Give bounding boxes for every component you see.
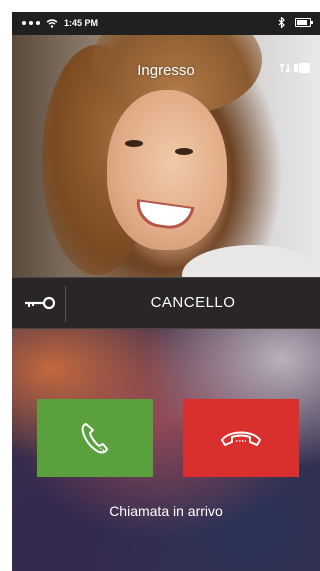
answer-button[interactable] bbox=[37, 399, 153, 477]
video-feed: Ingresso bbox=[12, 35, 320, 277]
intercom-screen: 1:45 PM Ingresso CANCELLO Chiamata in ar… bbox=[12, 12, 320, 571]
phone-icon bbox=[81, 423, 108, 454]
gate-label: CANCELLO bbox=[150, 294, 236, 311]
call-panel: Chiamata in arrivo bbox=[12, 329, 320, 571]
signal-dots-icon bbox=[22, 21, 40, 25]
status-left: 1:45 PM bbox=[22, 18, 98, 28]
camera-switch-icon[interactable] bbox=[279, 63, 310, 73]
camera-title: Ingresso bbox=[137, 62, 195, 79]
status-bar: 1:45 PM bbox=[12, 12, 320, 35]
battery-icon bbox=[295, 18, 313, 27]
bluetooth-icon bbox=[278, 17, 285, 28]
key-icon bbox=[25, 296, 56, 310]
status-right bbox=[278, 17, 313, 28]
wifi-icon bbox=[46, 18, 58, 28]
reject-button[interactable] bbox=[183, 399, 299, 477]
clock: 1:45 PM bbox=[64, 18, 99, 28]
hang-up-icon bbox=[221, 431, 261, 446]
gate-open-button[interactable]: CANCELLO bbox=[12, 277, 320, 329]
call-status: Chiamata in arrivo bbox=[109, 503, 223, 519]
